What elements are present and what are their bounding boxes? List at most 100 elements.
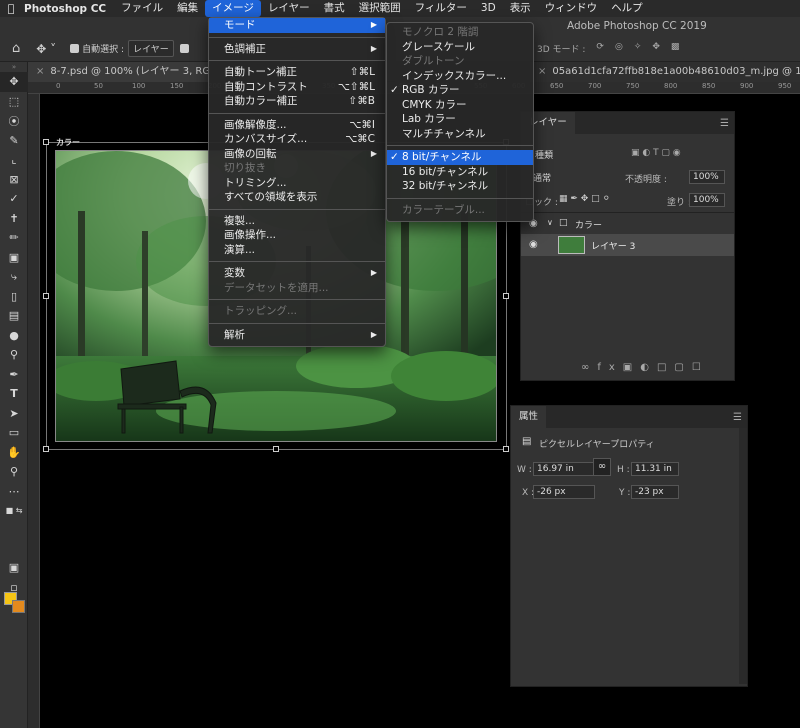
height-field[interactable]: 11.31 in	[631, 462, 679, 476]
lock-icons[interactable]: ▦ ✒ ✥ □ ⚪	[559, 194, 610, 204]
frame-tool-icon[interactable]: ⊠	[0, 170, 28, 190]
transform-handle-right-middle[interactable]	[503, 293, 509, 299]
menu-3d[interactable]: 3D	[474, 0, 503, 17]
path-select-tool-icon[interactable]: ➤	[0, 404, 28, 424]
transform-handle-left-middle[interactable]	[43, 293, 49, 299]
healing-tool-icon[interactable]: ✝	[0, 209, 28, 229]
image-menu-item[interactable]: モード ▶	[209, 18, 385, 33]
menu-window[interactable]: ウィンドウ	[538, 0, 605, 17]
close-tab-icon[interactable]: ×	[538, 66, 546, 77]
hand-tool-icon[interactable]: ✋	[0, 443, 28, 463]
layer-filter-kind[interactable]: 種類	[535, 148, 553, 161]
eraser-tool-icon[interactable]: ▯	[0, 287, 28, 307]
fill-field[interactable]: 100%	[689, 193, 725, 207]
image-menu-item[interactable]: 自動コントラスト ⌥⇧⌘L	[209, 80, 385, 95]
menu-filter[interactable]: フィルター	[408, 0, 474, 17]
image-menu-item[interactable]: 画像解像度... ⌥⌘I	[209, 118, 385, 133]
mode-menu-item[interactable]: ✓ RGB カラー	[387, 83, 533, 98]
transform-handle-bottom-middle[interactable]	[273, 446, 279, 452]
opacity-field[interactable]: 100%	[689, 170, 725, 184]
menu-select[interactable]: 選択範囲	[352, 0, 408, 17]
3d-roll-icon[interactable]: ◎	[615, 42, 623, 55]
image-menu-item[interactable]: 演算...	[209, 243, 385, 258]
image-menu-item[interactable]: 画像操作...	[209, 228, 385, 243]
zoom-tool-icon[interactable]: ⚲	[0, 462, 28, 482]
menu-type[interactable]: 書式	[317, 0, 352, 17]
blur-tool-icon[interactable]: ●	[0, 326, 28, 346]
panel-menu-icon[interactable]: ☰	[720, 118, 729, 129]
properties-scrollbar[interactable]	[739, 428, 747, 684]
screen-mode-icon[interactable]: ▫	[0, 578, 28, 598]
menu-layer[interactable]: レイヤー	[261, 0, 317, 17]
mode-menu-item[interactable]: 16 bit/チャンネル	[387, 165, 533, 180]
layer-filter-icons[interactable]: ▣ ◐ T ▢ ◉	[631, 148, 681, 158]
transform-handle-bottom-left[interactable]	[43, 446, 49, 452]
menu-view[interactable]: 表示	[503, 0, 538, 17]
y-field[interactable]: -23 px	[631, 485, 679, 499]
type-tool-icon[interactable]: T	[0, 384, 28, 404]
image-menu-item[interactable]: 変数 ▶	[209, 266, 385, 281]
home-icon[interactable]: ⌂	[12, 41, 20, 56]
brush-tool-icon[interactable]: ✏	[0, 228, 28, 248]
panel-menu-icon[interactable]: ☰	[733, 412, 742, 423]
image-menu-item[interactable]: 解析 ▶	[209, 328, 385, 343]
mode-menu-item[interactable]: CMYK カラー	[387, 98, 533, 113]
menu-file[interactable]: ファイル	[114, 0, 170, 17]
toolbar-collapse-icon[interactable]: »	[0, 62, 28, 72]
mode-menu-item[interactable]: 32 bit/チャンネル	[387, 179, 533, 194]
mode-menu-item[interactable]: インデックスカラー...	[387, 69, 533, 84]
properties-panel-tab[interactable]: 属性	[511, 406, 547, 428]
layer-row[interactable]: ◉ レイヤー 3	[521, 234, 734, 256]
move-tool-icon[interactable]: ✥ ˅	[36, 42, 56, 56]
gradient-tool-icon[interactable]: ▤	[0, 306, 28, 326]
eyedropper-tool-icon[interactable]: ✓	[0, 189, 28, 209]
image-menu-item[interactable]: カンバスサイズ... ⌥⌘C	[209, 132, 385, 147]
menu-image[interactable]: イメージ	[205, 0, 261, 17]
x-field[interactable]: -26 px	[533, 485, 595, 499]
transform-controls-checkbox[interactable]	[179, 44, 189, 53]
history-brush-tool-icon[interactable]: ⤷	[0, 267, 28, 287]
move-tool-icon[interactable]: ✥	[0, 72, 28, 92]
mode-menu-item[interactable]: グレースケール	[387, 40, 533, 55]
background-color-swatch[interactable]	[12, 600, 25, 613]
link-dimensions-icon[interactable]: ∞	[593, 458, 611, 476]
image-menu-item[interactable]: 画像の回転 ▶	[209, 147, 385, 162]
visibility-eye-icon[interactable]: ◉	[529, 239, 538, 250]
more-tools-icon[interactable]: ⋯	[0, 482, 28, 502]
3d-orbit-icon[interactable]: ⟳	[596, 42, 604, 55]
layers-bottom-icons[interactable]: ∞fx▣◐□▢☐	[581, 362, 709, 373]
mode-menu-item[interactable]: マルチチャンネル	[387, 127, 533, 142]
transform-handle-bottom-right[interactable]	[503, 446, 509, 452]
quick-mask-icon[interactable]: ▣	[0, 558, 28, 578]
image-menu-item[interactable]: 自動トーン補正 ⇧⌘L	[209, 65, 385, 80]
document-tab[interactable]: × 05a61d1cfa72ffb818e1a00b48610d03_m.jpg …	[530, 62, 800, 82]
mode-menu-item[interactable]: ✓ 8 bit/チャンネル	[387, 150, 533, 165]
dodge-tool-icon[interactable]: ⚲	[0, 345, 28, 365]
crop-tool-icon[interactable]: ⌞	[0, 150, 28, 170]
close-tab-icon[interactable]: ×	[36, 66, 44, 77]
image-menu-item[interactable]: 自動カラー補正 ⇧⌘B	[209, 94, 385, 109]
apple-icon[interactable]: 	[0, 2, 22, 15]
transform-handle-top-left[interactable]	[43, 139, 49, 145]
quick-select-tool-icon[interactable]: ✎	[0, 131, 28, 151]
3d-slide-icon[interactable]: ✥	[652, 42, 660, 55]
app-menu[interactable]: Photoshop CC	[22, 3, 114, 15]
document-tab[interactable]: × 8-7.psd @ 100% (レイヤー 3, RGB/8)	[28, 62, 210, 82]
pen-tool-icon[interactable]: ✒	[0, 365, 28, 385]
image-menu-item[interactable]: 複製...	[209, 214, 385, 229]
image-menu-item[interactable]: 色調補正 ▶	[209, 42, 385, 57]
image-menu-item[interactable]: すべての領域を表示	[209, 190, 385, 205]
default-colors-icon[interactable]: ■ ⇆	[0, 501, 28, 521]
image-menu-item[interactable]: トリミング...	[209, 176, 385, 191]
stamp-tool-icon[interactable]: ▣	[0, 248, 28, 268]
marquee-tool-icon[interactable]: ⬚	[0, 92, 28, 112]
layer-group-row[interactable]: ◉ ∨ □ カラー	[521, 212, 734, 234]
menu-help[interactable]: ヘルプ	[604, 0, 650, 17]
width-field[interactable]: 16.97 in	[533, 462, 595, 476]
auto-select-checkbox[interactable]	[70, 44, 80, 53]
group-expand-icon[interactable]: ∨	[547, 218, 553, 227]
menu-edit[interactable]: 編集	[170, 0, 205, 17]
blend-mode-dropdown[interactable]: 通常	[533, 171, 551, 184]
3d-scale-icon[interactable]: ▩	[671, 42, 680, 55]
rectangle-tool-icon[interactable]: ▭	[0, 423, 28, 443]
